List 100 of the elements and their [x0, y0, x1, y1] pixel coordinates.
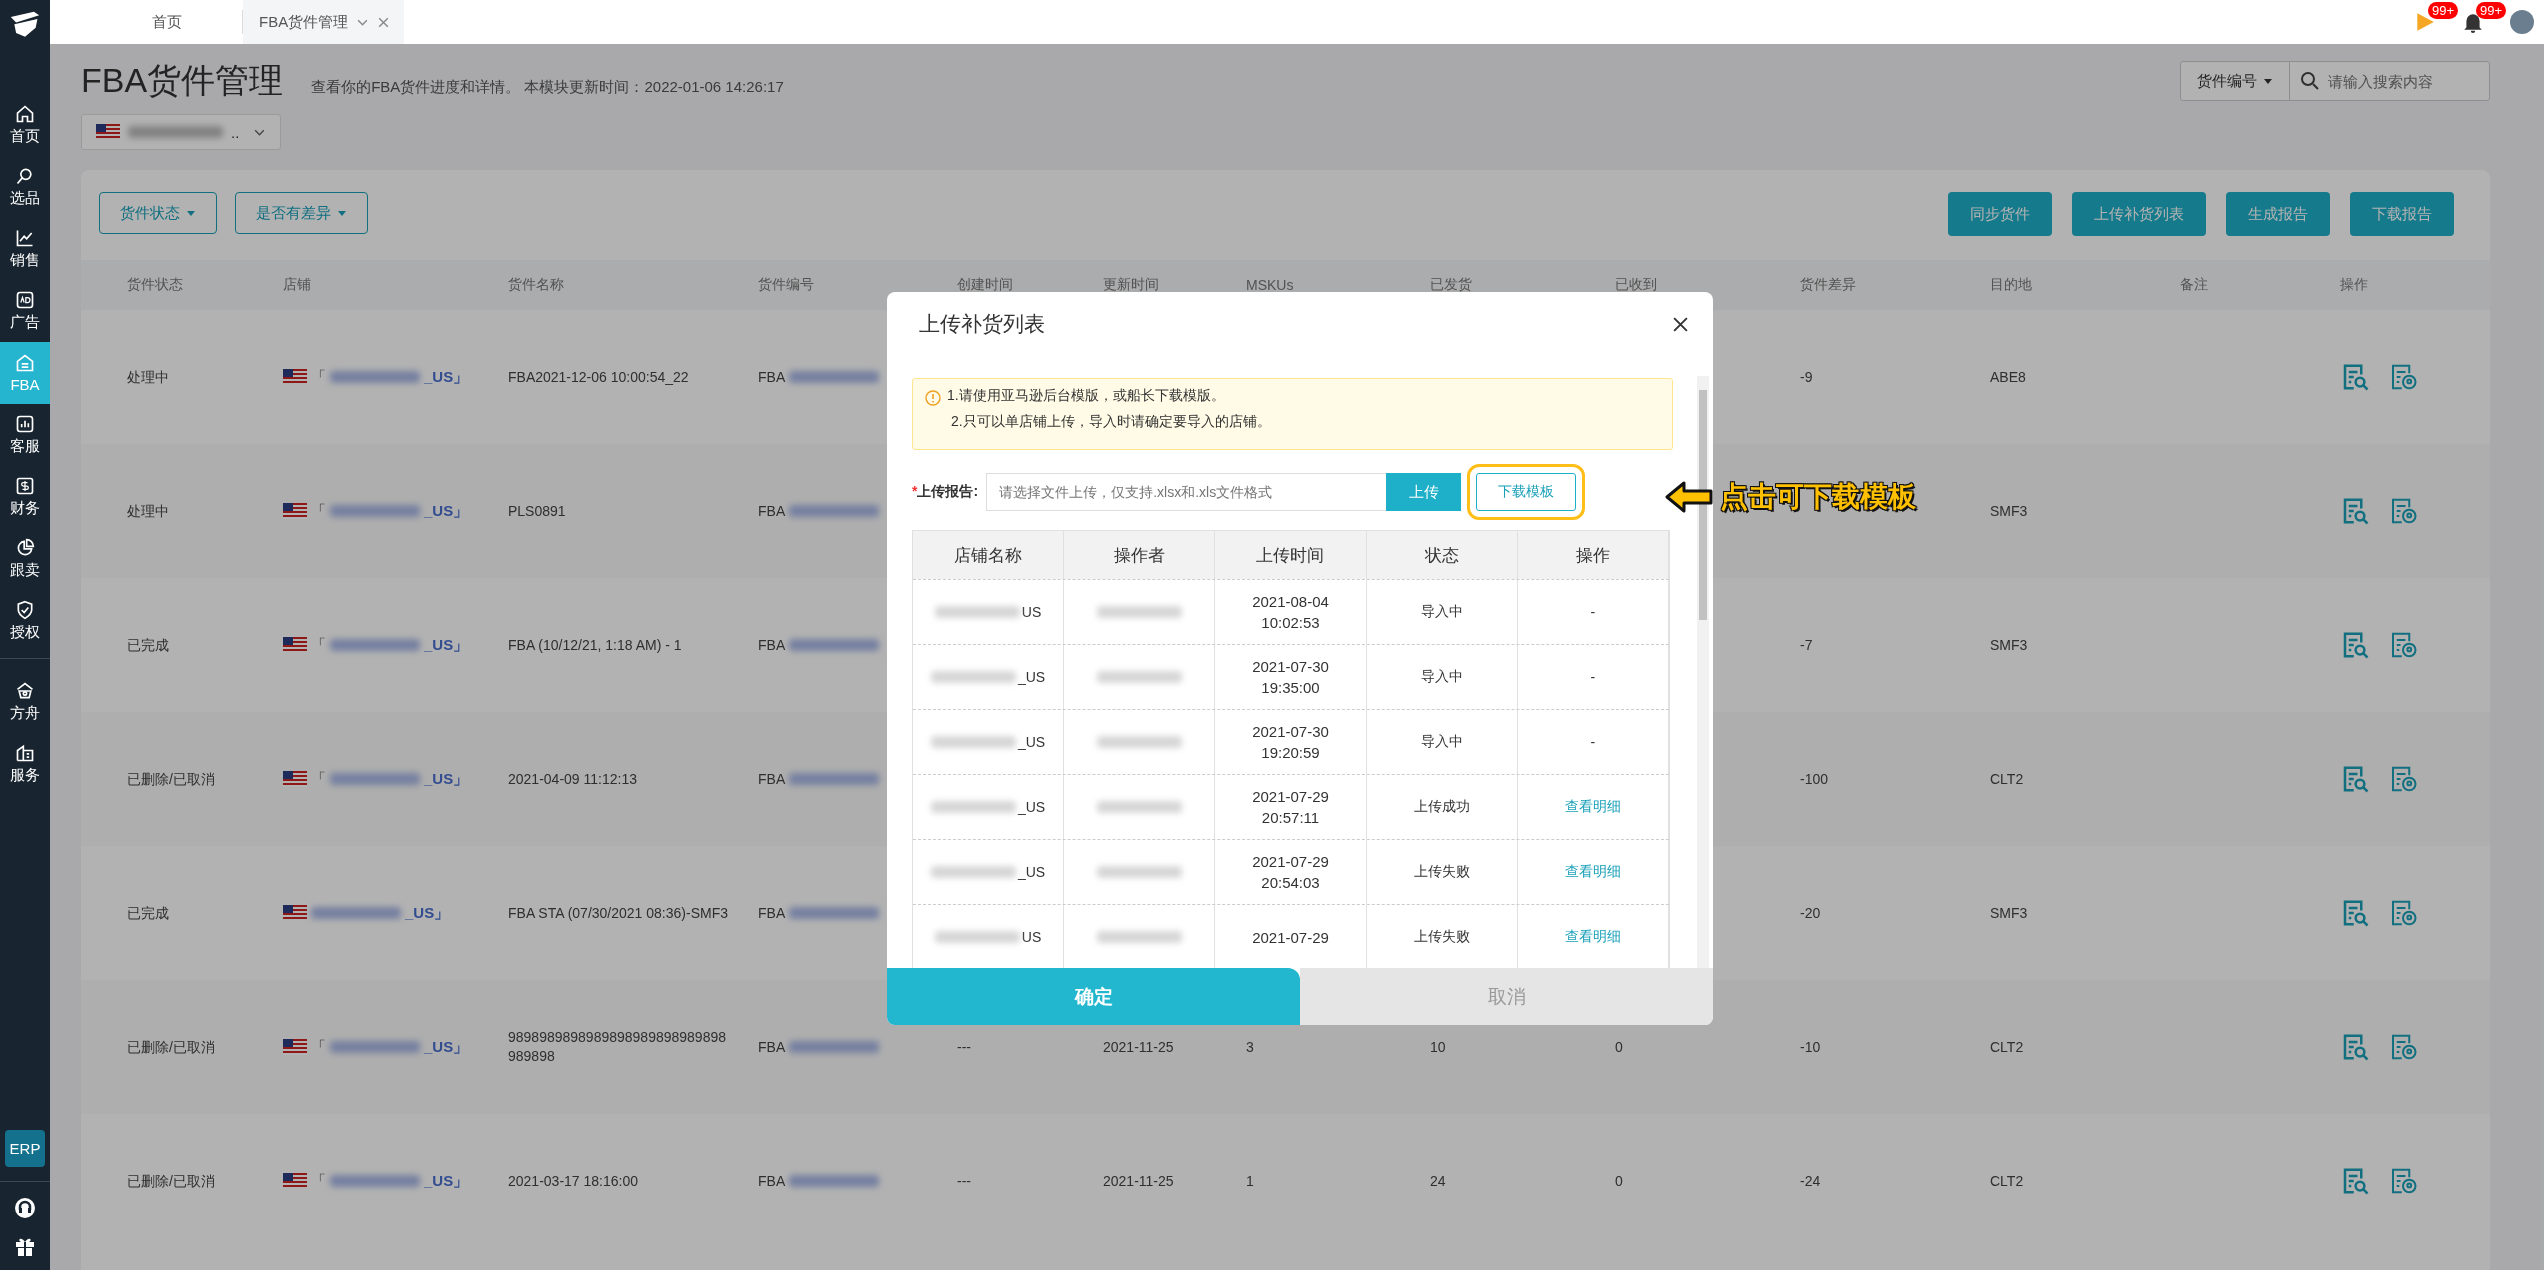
store-select[interactable]: ..: [81, 114, 281, 150]
column-header: 已收到: [1615, 276, 1657, 294]
cancel-button[interactable]: 取消: [1300, 968, 1713, 1025]
nav-icon: [15, 414, 35, 434]
store-name[interactable]: _US」: [405, 902, 450, 924]
table-cell: 上传成功: [1366, 775, 1518, 839]
nav-icon: [15, 166, 35, 186]
action-button[interactable]: 上传补货列表: [2072, 192, 2206, 236]
table-cell: 导入中: [1366, 645, 1518, 709]
page-subtitle: 查看你的FBA货件进度和详情。 本模块更新时间：2022-01-06 14:26:17: [311, 78, 784, 97]
sidebar-item[interactable]: FBA: [0, 342, 50, 404]
action-button[interactable]: 生成报告: [2226, 192, 2330, 236]
table-cell: _US: [1017, 864, 1046, 880]
download-template-button[interactable]: 下载模板: [1476, 473, 1577, 511]
table-cell: FBA: [758, 769, 786, 789]
avatar[interactable]: [2510, 10, 2534, 34]
table-cell: FBA: [758, 1037, 786, 1057]
caret-icon: [186, 208, 196, 218]
page-tab[interactable]: FBA货件管理: [243, 0, 405, 44]
erp-badge[interactable]: ERP: [4, 1130, 46, 1167]
dialog-title: 上传补货列表: [919, 311, 1045, 337]
table-cell: 2021-08-04 10:02:53: [1215, 580, 1367, 644]
sidebar-item[interactable]: 服务: [0, 733, 50, 795]
store-name[interactable]: _US」: [424, 366, 469, 388]
nav-icon: [15, 290, 35, 310]
table-cell-text: -24: [1800, 1171, 1822, 1191]
column-header: 货件差异: [1800, 276, 1856, 294]
search-field[interactable]: 货件编号 请输入搜索内容: [2180, 61, 2490, 101]
sidebar-item[interactable]: 跟卖: [0, 528, 50, 590]
table-cell: _US: [1017, 734, 1046, 750]
table-cell-text: SMF3: [1990, 635, 2029, 655]
action-button[interactable]: 同步货件: [1948, 192, 2052, 236]
view-details-link[interactable]: 查看明细: [1517, 840, 1669, 904]
table-cell: -: [1517, 580, 1669, 644]
sidebar-item[interactable]: 广告: [0, 280, 50, 342]
column-header: 创建时间: [957, 276, 1013, 294]
table-cell: 2021-07-30 19:20:59: [1215, 710, 1367, 774]
sidebar-item[interactable]: 方舟: [0, 671, 50, 733]
table-cell-text: 24: [1430, 1171, 1447, 1191]
table-cell: 上传失败: [1366, 840, 1518, 904]
table-cell: FBA: [758, 635, 786, 655]
us-flag-icon: [283, 905, 307, 921]
filter-dropdown[interactable]: 是否有差异: [235, 192, 368, 234]
store-bracket: 「: [311, 768, 326, 789]
store-name[interactable]: _US」: [424, 634, 469, 656]
nav-icon: [15, 353, 35, 373]
warning-icon: [925, 390, 941, 406]
view-details-link[interactable]: 查看明细: [1517, 775, 1669, 839]
table-cell: FBA: [758, 1171, 786, 1191]
table-cell-text: 1: [1246, 1171, 1255, 1191]
table-cell-text: FBA (10/12/21, 1:18 AM) - 1: [508, 635, 683, 655]
confirm-button[interactable]: 确定: [887, 968, 1300, 1025]
table-cell-text: 9898989898989898989898989898989898: [508, 1028, 727, 1066]
column-header: 店铺名称: [913, 531, 1065, 579]
page-title: FBA货件管理: [81, 60, 284, 101]
store-name[interactable]: _US」: [424, 500, 469, 522]
column-header: 操作: [2340, 276, 2368, 294]
column-header: 操作: [1517, 531, 1669, 579]
table-cell-text: FBA STA (07/30/2021 08:36)-SMF3: [508, 903, 729, 923]
sidebar-item[interactable]: 首页: [0, 94, 50, 156]
column-header: 货件状态: [127, 276, 183, 294]
table-cell: 导入中: [1366, 580, 1518, 644]
nav-icon: [15, 600, 35, 620]
us-flag-icon: [283, 1039, 307, 1055]
close-icon[interactable]: [1672, 315, 1689, 333]
action-button[interactable]: 下载报告: [2350, 192, 2454, 236]
us-flag-icon: [283, 771, 307, 787]
table-cell: _US: [1017, 669, 1046, 685]
store-bracket: 「: [311, 1170, 326, 1191]
scrollbar[interactable]: [1697, 376, 1709, 968]
store-name[interactable]: _US」: [424, 1036, 469, 1058]
table-cell: US: [1021, 929, 1042, 945]
sidebar-item[interactable]: 授权: [0, 590, 50, 652]
table-cell: FBA: [758, 367, 786, 387]
filter-dropdown[interactable]: 货件状态: [99, 192, 217, 234]
store-bracket: 「: [311, 500, 326, 521]
sidebar-item[interactable]: 客服: [0, 404, 50, 466]
store-name[interactable]: _US」: [424, 1170, 469, 1192]
notice-text: 2.只可以单店铺上传，导入时请确定要导入的店铺。: [950, 413, 1271, 431]
sidebar-item[interactable]: 财务: [0, 466, 50, 528]
table-cell-text: SMF3: [1990, 903, 2029, 923]
upload-button[interactable]: 上传: [1386, 473, 1462, 511]
table-cell: -: [1517, 710, 1669, 774]
store-name[interactable]: _US」: [424, 768, 469, 790]
sidebar-item[interactable]: 选品: [0, 156, 50, 218]
field-label: *上传报告:: [912, 483, 979, 501]
sidebar-item[interactable]: 销售: [0, 218, 50, 280]
table-cell-text: SMF3: [1990, 501, 2029, 521]
nav-icon: [15, 538, 35, 558]
caret-icon: [337, 208, 347, 218]
table-cell-text: CLT2: [1990, 769, 2025, 789]
file-input[interactable]: 请选择文件上传，仅支持.xlsx和.xls文件格式: [986, 473, 1387, 511]
headset-icon[interactable]: [13, 1196, 37, 1220]
table-cell-text: -9: [1800, 367, 1814, 387]
tab-label: 首页: [152, 12, 182, 32]
table-cell-text: 10: [1430, 1037, 1447, 1057]
column-header: 状态: [1366, 531, 1518, 579]
search-type-select[interactable]: 货件编号: [2181, 62, 2290, 100]
table-cell-text: -10: [1800, 1037, 1822, 1057]
table-cell-text: ABE8: [1990, 367, 2027, 387]
